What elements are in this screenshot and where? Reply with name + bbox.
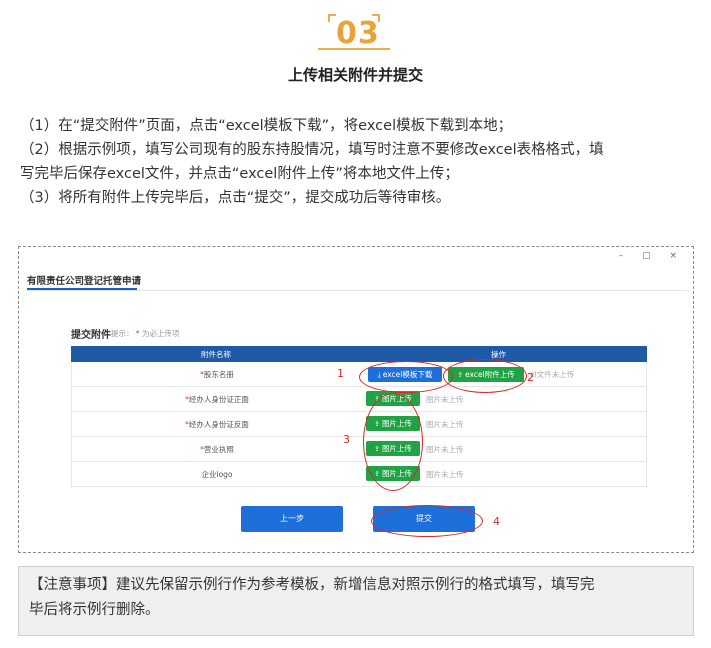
step-badge: 03: [318, 10, 390, 54]
attachments-table: 附件名称 操作 *股东名册 ⤓ excel模板下载 ⇪ excel附件上传 el文件…: [71, 346, 647, 487]
embedded-screenshot: – ▢ × 有限责任公司登记托管申请 提交附件 提示： * 为必上传项 附件名称…: [18, 246, 694, 553]
notice-box: 【注意事项】建议先保留示例行作为参考模板，新增信息对照示例行的格式填写，填写完 …: [18, 566, 694, 636]
badge-corner-left: [328, 14, 336, 22]
window-controls[interactable]: – ▢ ×: [619, 251, 685, 261]
upload-status: 图片未上传: [426, 470, 464, 479]
upload-status: 图片未上传: [426, 445, 464, 454]
previous-step-button[interactable]: 上一步: [241, 506, 343, 532]
row-name: 企业logo: [201, 470, 233, 479]
annotation-marker-4: 4: [493, 515, 500, 528]
tab-divider: [27, 290, 687, 291]
annotation-ellipse-1: [359, 361, 453, 393]
header-attachment-name: 附件名称: [201, 350, 231, 359]
section-title: 提交附件: [71, 330, 111, 341]
row-name: 经办人身份证反面: [188, 420, 249, 429]
table-row: 企业logo ⇪ 图片上传 图片未上传: [71, 462, 647, 487]
instruction-2-cont: 写完毕后保存excel文件，并点击“excel附件上传”将本地文件上传；: [20, 166, 459, 182]
tab-company-registration[interactable]: 有限责任公司登记托管申请: [27, 273, 141, 287]
annotation-marker-1: 1: [337, 367, 344, 380]
table-row: *经办人身份证反面 ⇪ 图片上传 图片未上传: [71, 412, 647, 437]
instruction-3: （3）将所有附件上传完毕后，点击“提交”，提交成功后等待审核。: [20, 190, 451, 206]
annotation-ellipse-4: [371, 505, 483, 537]
section-hint: 提示： * 为必上传项: [111, 328, 180, 339]
step-number: 03: [336, 16, 380, 51]
table-header: 附件名称 操作: [71, 346, 647, 362]
hint-text: 为必上传项: [142, 329, 180, 338]
annotation-ellipse-3: [363, 393, 423, 491]
upload-status: 图片未上传: [426, 395, 464, 404]
upload-status: 图片未上传: [426, 420, 464, 429]
notice-line-1: 【注意事项】建议先保留示例行作为参考模板，新增信息对照示例行的格式填写，填写完: [29, 577, 595, 593]
table-row: *营业执照 ⇪ 图片上传 图片未上传: [71, 437, 647, 462]
table-row: *经办人身份证正面 ⇪ 图片上传 图片未上传: [71, 387, 647, 412]
required-star: *: [135, 329, 140, 338]
annotation-ellipse-2: [443, 359, 527, 393]
annotation-marker-3: 3: [343, 433, 350, 446]
hint-prefix: 提示：: [111, 329, 134, 338]
row-name: 经办人身份证正面: [188, 395, 249, 404]
annotation-marker-2: 2: [527, 371, 534, 384]
section-heading: 上传相关附件并提交: [287, 66, 423, 84]
badge-underline: [318, 48, 390, 50]
row-name: 股东名册: [203, 370, 234, 379]
notice-line-2: 毕后将示例行删除。: [29, 602, 160, 618]
instruction-2: （2）根据示例项，填写公司现有的股东持股情况，填写时注意不要修改excel表格格…: [20, 142, 604, 158]
row-name: 营业执照: [203, 445, 234, 454]
instruction-1: （1）在“提交附件”页面，点击“excel模板下载”，将excel模板下载到本地…: [20, 118, 513, 134]
upload-status: el文件未上传: [530, 370, 575, 379]
